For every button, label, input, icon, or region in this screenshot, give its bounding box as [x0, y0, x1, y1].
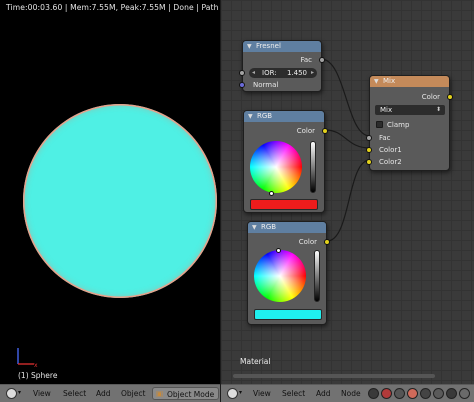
fresnel-fac-output-socket[interactable] [319, 57, 325, 63]
rgb-color-output-label: Color [298, 238, 317, 246]
blender-window: Time:00:03.60 | Mem:7.55M, Peak:7.55M | … [0, 0, 474, 402]
mix-node-title: Mix [383, 77, 396, 85]
dropdown-arrows-icon: ⬍ [435, 106, 441, 113]
collapse-arrow-icon[interactable]: ▼ [374, 76, 379, 87]
color-picker-cursor[interactable] [269, 191, 274, 196]
render-status-text: Time:00:03.60 | Mem:7.55M, Peak:7.55M | … [6, 3, 220, 12]
mix-color1-input-socket[interactable] [366, 147, 372, 153]
rendered-sphere [23, 104, 217, 298]
axis-gizmo-icon: x [17, 348, 38, 368]
use-nodes-icon[interactable] [446, 388, 457, 399]
rgb-color-output-socket[interactable] [324, 239, 330, 245]
link-rgb2-to-mix-color2 [326, 159, 371, 242]
editor-type-chevron-icon[interactable]: ▾ [18, 389, 21, 396]
material-icon[interactable] [381, 388, 392, 399]
fresnel-node-header[interactable]: ▼ Fresnel [243, 41, 321, 52]
rgb-node-red[interactable]: ▼ RGB Color [243, 110, 328, 213]
mix-fac-input-socket[interactable] [366, 135, 372, 141]
object-mode-cube-icon: ▣ [156, 389, 164, 398]
value-slider[interactable] [310, 141, 316, 193]
color-swatch[interactable] [250, 199, 318, 210]
mix-node-header[interactable]: ▼ Mix [370, 76, 449, 87]
rgb-color-output-socket[interactable] [322, 128, 328, 134]
clamp-label: Clamp [387, 121, 410, 129]
color-picker-cursor[interactable] [276, 248, 281, 253]
fresnel-ior-input-socket[interactable] [239, 70, 245, 76]
color-swatch[interactable] [254, 309, 322, 320]
collapse-arrow-icon[interactable]: ▼ [247, 41, 252, 52]
decrement-arrow-icon[interactable]: ◂ [252, 69, 255, 76]
texture-icon[interactable] [394, 388, 405, 399]
clamp-checkbox[interactable] [376, 121, 383, 128]
color-wheel[interactable] [254, 250, 306, 302]
rgb-node-header[interactable]: ▼ RGB [244, 111, 324, 122]
mix-node[interactable]: ▼ Mix Color Mix ⬍ Clamp Fac Color1 Color… [366, 75, 453, 171]
fresnel-normal-input-label: Normal [253, 81, 279, 89]
select-menu[interactable]: Select [63, 389, 86, 398]
add-menu[interactable]: Add [96, 389, 111, 398]
view-menu[interactable]: View [253, 389, 271, 398]
blend-mode-value: Mix [380, 106, 393, 114]
color-wheel[interactable] [250, 141, 302, 193]
active-object-label: (1) Sphere [18, 371, 58, 380]
rgb-color-output-label: Color [296, 127, 315, 135]
rgb-node-cyan[interactable]: ▼ RGB Color [247, 221, 330, 325]
object-menu[interactable]: Object [121, 389, 145, 398]
mix-color-output-socket[interactable] [447, 94, 453, 100]
node-editor-header: ▾ View Select Add Node [221, 384, 474, 402]
3d-view-header: ▾ View Select Add Object ▣ Object Mode [0, 384, 220, 402]
compositing-icon[interactable] [433, 388, 444, 399]
collapse-arrow-icon[interactable]: ▼ [248, 111, 253, 122]
editor-type-icon[interactable] [6, 388, 17, 399]
object-mode-dropdown[interactable]: ▣ Object Mode [152, 387, 219, 400]
mix-color1-input-label: Color1 [379, 146, 402, 154]
link-rgb1-to-mix-color1 [324, 129, 371, 149]
ior-field[interactable]: ◂ IOR: 1.450 ▸ [249, 68, 317, 78]
fresnel-normal-input-socket[interactable] [239, 82, 245, 88]
node-tree-label: Material [240, 357, 271, 366]
node-menu[interactable]: Node [341, 389, 361, 398]
collapse-arrow-icon[interactable]: ▼ [252, 222, 257, 233]
node-editor[interactable]: ▼ Fresnel Fac ◂ IOR: 1.450 ▸ Normal ▼ RG… [221, 0, 474, 402]
mix-color2-input-label: Color2 [379, 158, 402, 166]
select-menu[interactable]: Select [282, 389, 305, 398]
increment-arrow-icon[interactable]: ▸ [311, 69, 314, 76]
editor-type-icon[interactable] [227, 388, 238, 399]
3d-viewport[interactable]: Time:00:03.60 | Mem:7.55M, Peak:7.55M | … [0, 0, 220, 402]
sphere-preview-icon[interactable] [407, 388, 418, 399]
ior-label: IOR: [262, 69, 277, 77]
shader-type-icon[interactable] [368, 388, 379, 399]
value-slider[interactable] [314, 250, 320, 302]
horizontal-scrollbar[interactable] [233, 374, 435, 378]
fresnel-fac-output-label: Fac [300, 56, 312, 64]
fresnel-node-title: Fresnel [256, 42, 281, 50]
view-menu[interactable]: View [33, 389, 51, 398]
rgb-node-title: RGB [261, 223, 277, 231]
fresnel-node[interactable]: ▼ Fresnel Fac ◂ IOR: 1.450 ▸ Normal [239, 40, 325, 92]
mix-color-output-label: Color [421, 93, 440, 101]
add-menu[interactable]: Add [316, 389, 331, 398]
editor-type-chevron-icon[interactable]: ▾ [239, 389, 242, 396]
rgb-node-header[interactable]: ▼ RGB [248, 222, 326, 233]
pin-icon[interactable] [459, 388, 470, 399]
svg-text:x: x [34, 362, 38, 368]
blend-mode-dropdown[interactable]: Mix ⬍ [375, 105, 445, 115]
world-icon[interactable] [420, 388, 431, 399]
rgb-node-title: RGB [257, 112, 273, 120]
object-mode-label: Object Mode [167, 390, 215, 399]
mix-fac-input-label: Fac [379, 134, 391, 142]
ior-value: 1.450 [286, 69, 307, 77]
mix-color2-input-socket[interactable] [366, 159, 372, 165]
link-fresnel-to-mix-fac [320, 58, 371, 137]
